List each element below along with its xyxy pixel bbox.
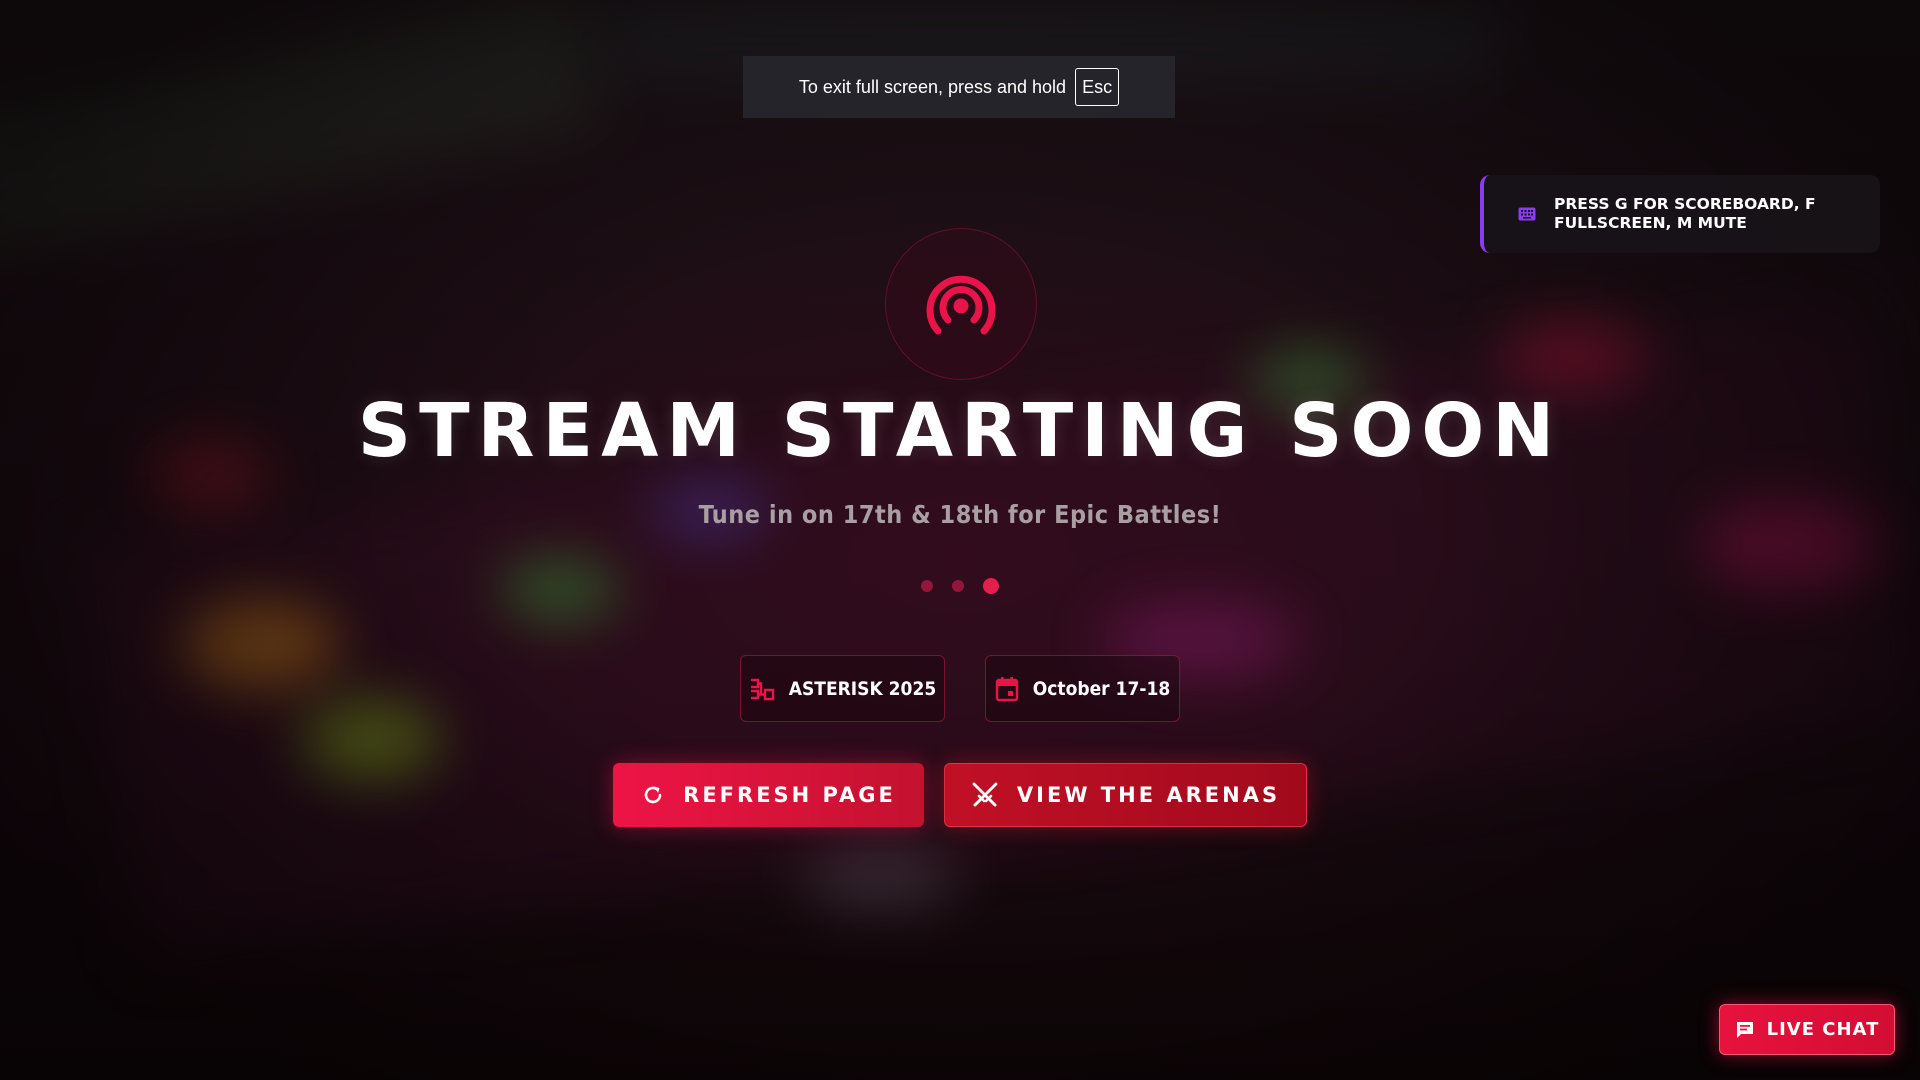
loading-dots: [0, 578, 1920, 594]
live-chat-button[interactable]: Live Chat: [1719, 1004, 1895, 1055]
refresh-icon: [644, 786, 662, 804]
view-arenas-button[interactable]: View the Arenas: [944, 763, 1307, 827]
calendar-icon: [995, 676, 1018, 701]
page-subtitle: Tune in on 17th & 18th for Epic Battles!: [698, 500, 1222, 529]
stream-starting-page: To exit full screen, press and hold Esc …: [0, 0, 1920, 1080]
broadcast-icon: [926, 275, 996, 335]
vignette-overlay: [0, 0, 1920, 1080]
event-date-chip: October 17-18: [985, 655, 1180, 722]
fullscreen-notice-text: To exit full screen, press and hold: [798, 76, 1067, 97]
bracket-icon: [750, 678, 774, 700]
page-title: STREAM STARTING SOON: [357, 388, 1563, 474]
fullscreen-exit-notice: To exit full screen, press and hold Esc: [743, 56, 1175, 118]
esc-key-badge: Esc: [1075, 68, 1120, 106]
keyboard-icon: [1518, 207, 1536, 221]
loading-dot-active: [983, 578, 999, 594]
live-chat-label: Live Chat: [1766, 1019, 1880, 1040]
refresh-page-button[interactable]: Refresh Page: [613, 763, 924, 827]
refresh-page-label: Refresh Page: [683, 783, 896, 807]
event-name-label: ASTERISK 2025: [788, 677, 937, 700]
keyboard-shortcuts-hint: Press G for scoreboard, F fullscreen, M …: [1480, 175, 1880, 253]
chat-icon: [1736, 1021, 1753, 1038]
broadcast-badge: [885, 228, 1037, 380]
view-arenas-label: View the Arenas: [1016, 783, 1281, 807]
crossed-swords-icon: [972, 782, 998, 807]
event-date-label: October 17-18: [1032, 677, 1171, 700]
hint-text: Press G for scoreboard, F fullscreen, M …: [1554, 195, 1816, 232]
event-name-chip: ASTERISK 2025: [740, 655, 945, 722]
blurred-keyboard-background: [0, 0, 1920, 1080]
loading-dot: [921, 580, 933, 592]
loading-dot: [952, 580, 964, 592]
